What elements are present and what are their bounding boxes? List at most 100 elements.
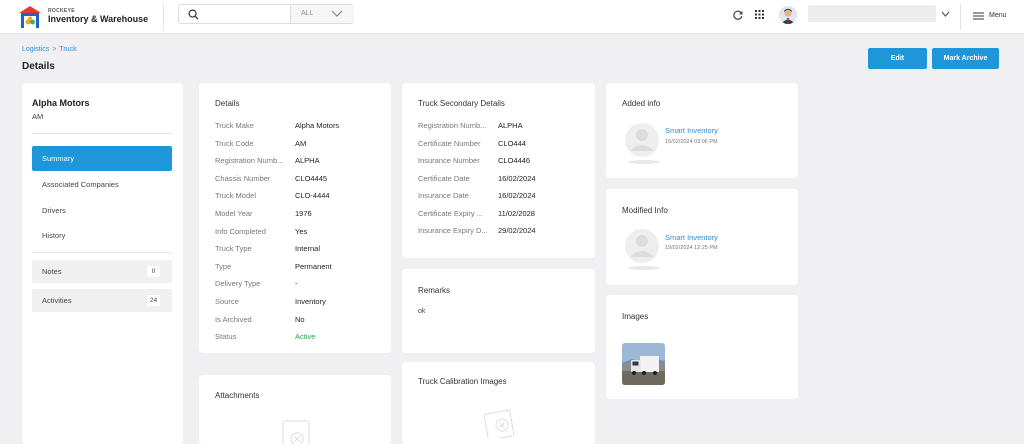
hamburger-menu-icon[interactable] <box>973 12 984 20</box>
entity-nav-card: Alpha Motors AM Summary Associated Compa… <box>22 83 183 444</box>
nav-item-notes[interactable]: Notes 0 <box>32 260 172 283</box>
apps-grid-icon[interactable] <box>755 10 764 19</box>
breadcrumb-item-truck[interactable]: Truck <box>59 46 76 53</box>
added-date: 16/02/2024 03:06 PM <box>665 139 718 145</box>
detail-value: CLO4446 <box>498 156 531 165</box>
detail-value: No <box>295 314 305 324</box>
search-input[interactable] <box>205 7 291 21</box>
menu-button-label[interactable]: Menu <box>989 12 1007 19</box>
secondary-details-card-title: Truck Secondary Details <box>418 99 505 108</box>
detail-value: 29/02/2024 <box>498 226 536 235</box>
notes-count-badge: 0 <box>147 266 160 277</box>
detail-value: 1976 <box>295 209 312 218</box>
detail-label: Chassis Number <box>215 173 271 183</box>
notes-label: Notes <box>42 267 62 276</box>
remarks-card-title: Remarks <box>418 286 451 295</box>
user-account-selector[interactable] <box>808 5 936 22</box>
detail-label: Registration Numb... <box>215 156 284 166</box>
attachments-card: Attachments <box>199 375 391 444</box>
detail-value: CLO-4444 <box>295 191 330 201</box>
user-avatar[interactable] <box>779 6 797 24</box>
search-filter-dropdown[interactable]: ALL <box>290 5 354 23</box>
attachments-card-title: Attachments <box>215 391 260 400</box>
entity-name: Alpha Motors <box>32 98 90 108</box>
calibration-images-card-title: Truck Calibration Images <box>418 377 507 386</box>
empty-attachment-icon <box>282 420 310 444</box>
details-card-title: Details <box>215 99 240 108</box>
images-card-title: Images <box>622 312 649 321</box>
remarks-card: Remarks ok <box>402 269 595 353</box>
nav-item-associated-companies[interactable]: Associated Companies <box>32 172 172 197</box>
search-icon[interactable] <box>188 9 199 20</box>
breadcrumb-item-logistics[interactable]: Logistics <box>22 46 49 53</box>
detail-value: CLO4445 <box>295 173 328 183</box>
nav-item-activities[interactable]: Activities 24 <box>32 289 172 312</box>
detail-label: Truck Model <box>215 191 256 201</box>
detail-value: CLO444 <box>498 138 526 148</box>
detail-label: Delivery Type <box>215 279 261 289</box>
breadcrumb-separator: > <box>52 46 57 53</box>
nav-item-drivers[interactable]: Drivers <box>32 198 172 223</box>
search-filter-value: ALL <box>301 10 314 17</box>
activities-count-badge: 24 <box>147 295 160 306</box>
activities-label: Activities <box>42 296 72 305</box>
chevron-down-icon[interactable] <box>941 11 950 17</box>
detail-value: Yes <box>295 226 308 236</box>
detail-value: Internal <box>295 244 321 254</box>
detail-label: Truck Code <box>215 138 254 148</box>
divider <box>960 4 961 30</box>
top-bar: ROCKEYE Inventory & Warehouse ALL Menu <box>0 0 1024 34</box>
modified-date: 19/02/2024 12:25 PM <box>665 245 718 251</box>
detail-label: Certificate Expiry ... <box>418 208 484 218</box>
edit-button[interactable]: Edit <box>868 48 927 69</box>
detail-value: 11/02/2028 <box>498 208 535 218</box>
detail-label: Info Completed <box>215 226 266 236</box>
nav-item-history[interactable]: History <box>32 223 172 248</box>
detail-label: Certificate Date <box>418 173 470 183</box>
truck-image-thumbnail[interactable] <box>622 343 665 385</box>
entity-code: AM <box>32 112 44 121</box>
added-info-card-title: Added info <box>622 99 661 108</box>
detail-value: 16/02/2024 <box>498 191 536 200</box>
mark-archive-button[interactable]: Mark Archive <box>932 48 999 69</box>
detail-label: Model Year <box>215 209 253 218</box>
detail-label: Insurance Date <box>418 191 469 200</box>
detail-label: Insurance Number <box>418 156 480 165</box>
user-placeholder-icon <box>625 229 660 270</box>
detail-value: Inventory <box>295 297 326 306</box>
images-card: Images <box>606 295 798 399</box>
added-by-name[interactable]: Smart Inventory <box>665 126 718 135</box>
secondary-details-card: Truck Secondary Details Registration Num… <box>402 83 595 258</box>
breadcrumb: Logistics > Truck <box>22 46 77 53</box>
nav-item-summary[interactable]: Summary <box>32 146 172 171</box>
detail-label: Status <box>215 332 237 342</box>
detail-label: Truck Make <box>215 121 254 130</box>
app-logo-icon[interactable] <box>18 5 42 29</box>
detail-label: Certificate Number <box>418 138 481 148</box>
detail-value: Permanent <box>295 261 332 271</box>
modified-info-card-title: Modified Info <box>622 206 668 215</box>
calibration-images-card: Truck Calibration Images <box>402 362 595 444</box>
user-placeholder-icon <box>625 123 660 164</box>
detail-label: Is Archived <box>215 314 252 324</box>
detail-label: Truck Type <box>215 244 252 254</box>
detail-value: AM <box>295 138 307 148</box>
detail-label: Registration Numb... <box>418 121 487 130</box>
details-card: Details Truck Make Alpha Motors Truck Code… <box>199 83 391 353</box>
divider <box>32 133 172 134</box>
empty-image-icon <box>483 409 515 438</box>
divider <box>32 252 172 253</box>
added-info-card: Added info Smart Inventory 16/02/2024 03… <box>606 83 798 178</box>
refresh-icon[interactable] <box>733 10 743 20</box>
user-avatar-icon <box>779 6 797 24</box>
detail-label: Insurance Expiry D... <box>418 226 488 235</box>
remarks-text: ok <box>418 308 426 315</box>
modified-by-name[interactable]: Smart Inventory <box>665 233 718 242</box>
detail-value: Active <box>295 332 316 342</box>
modified-info-card: Modified Info Smart Inventory 19/02/2024… <box>606 189 798 285</box>
detail-label: Type <box>215 261 232 271</box>
global-search: ALL <box>178 4 354 24</box>
chevron-down-icon <box>331 10 343 17</box>
detail-value: Alpha Motors <box>295 121 340 130</box>
detail-label: Source <box>215 297 239 306</box>
